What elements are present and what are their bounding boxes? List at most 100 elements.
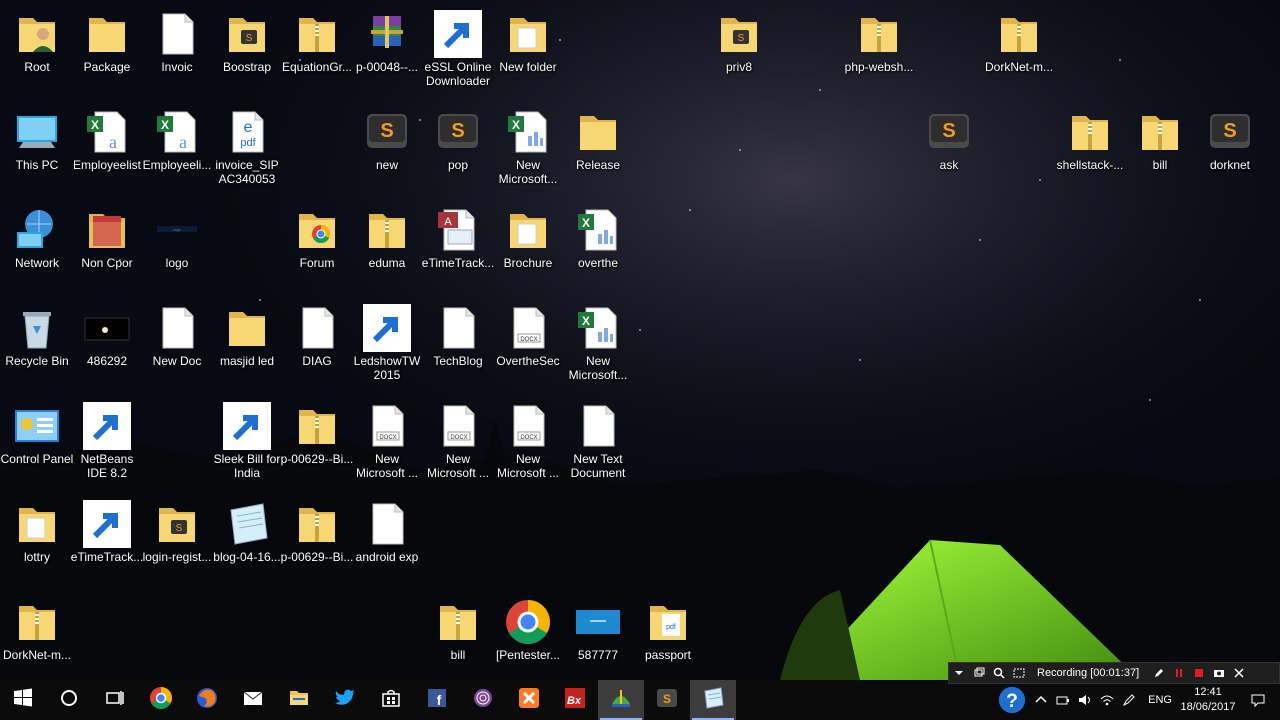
camera-icon[interactable] (1209, 663, 1229, 683)
desktop-icon-android-exp[interactable]: android exp (350, 496, 424, 588)
notes-taskbar[interactable] (690, 680, 736, 720)
store-taskbar[interactable] (368, 680, 414, 720)
desktop-icon-shellstack[interactable]: shellstack-... (1053, 104, 1127, 196)
desktop-icon-equationgr[interactable]: EquationGr... (280, 6, 354, 98)
desktop-icon-brochure[interactable]: Brochure (491, 202, 565, 294)
firefox-taskbar[interactable] (184, 680, 230, 720)
desktop-icon-pentester[interactable]: [Pentester... (491, 594, 565, 686)
desktop-icon-dorknet[interactable]: Sdorknet (1193, 104, 1267, 196)
desktop-icon-netbeans-ide-8-2[interactable]: NetBeans IDE 8.2 (70, 398, 144, 490)
start-button[interactable] (0, 680, 46, 720)
desktop-icon-p-00629-bi[interactable]: p-00629--Bi... (280, 496, 354, 588)
chevron-up-icon[interactable] (1030, 680, 1052, 720)
downloader-taskbar[interactable] (598, 680, 644, 720)
desktop-icon-masjid-led[interactable]: masjid led (210, 300, 284, 392)
notification-icon[interactable] (1236, 680, 1280, 720)
pause-icon[interactable] (1169, 663, 1189, 683)
desktop-icon-new-folder[interactable]: New folder (491, 6, 565, 98)
desktop-icon-logo[interactable]: logo logo (140, 202, 214, 294)
desktop-icon-overthe[interactable]: Xoverthe (561, 202, 635, 294)
desktop-icon-new-microsoft[interactable]: DOCX New Microsoft ... (491, 398, 565, 490)
pen-tray-icon[interactable] (1118, 680, 1140, 720)
desktop-icon-passport[interactable]: pdf passport (631, 594, 705, 686)
desktop-icon-new-microsoft[interactable]: DOCX New Microsoft ... (421, 398, 495, 490)
desktop-icon-forum[interactable]: Forum (280, 202, 354, 294)
collapse-icon[interactable] (949, 663, 969, 683)
facebook-taskbar[interactable]: f (414, 680, 460, 720)
desktop-icon-this-pc[interactable]: This PC (0, 104, 74, 196)
pen-icon[interactable] (1149, 663, 1169, 683)
desktop-icon-blog-04-16[interactable]: blog-04-16... (210, 496, 284, 588)
desktop-icon-employeelist[interactable]: Xa Employeelist (70, 104, 144, 196)
desktop-icon-php-websh[interactable]: php-websh... (842, 6, 916, 98)
desktop-icon-new-text-document[interactable]: New Text Document (561, 398, 635, 490)
desktop-icon-eduma[interactable]: eduma (350, 202, 424, 294)
desktop-icon-overthesec[interactable]: DOCX OvertheSec (491, 300, 565, 392)
svg-text:S: S (738, 33, 745, 44)
desktop-icon-employeeli[interactable]: Xa Employeeli... (140, 104, 214, 196)
desktop-icon-ask[interactable]: Sask (912, 104, 986, 196)
desktop-icon-new-microsoft[interactable]: X New Microsoft... (491, 104, 565, 196)
desktop-icon-boostrap[interactable]: S Boostrap (210, 6, 284, 98)
stop-icon[interactable] (1189, 663, 1209, 683)
desktop-icon-p-00048[interactable]: p-00048--... (350, 6, 424, 98)
twitter-taskbar[interactable] (322, 680, 368, 720)
desktop-icon-etimetrack[interactable]: AeTimeTrack... (421, 202, 495, 294)
desktop-icon-control-panel[interactable]: Control Panel (0, 398, 74, 490)
task-view-button[interactable] (92, 680, 138, 720)
language-indicator[interactable]: ENG (1140, 694, 1180, 706)
region-icon[interactable] (1009, 663, 1029, 683)
desktop-icon-label: masjid led (219, 354, 275, 368)
ledshow-taskbar[interactable]: Bx (552, 680, 598, 720)
wifi-icon[interactable] (1096, 680, 1118, 720)
power-icon[interactable] (1052, 680, 1074, 720)
desktop-icon-priv8[interactable]: Spriv8 (702, 6, 776, 98)
tor-taskbar[interactable] (460, 680, 506, 720)
desktop-icon-bill[interactable]: bill (1123, 104, 1197, 196)
desktop-icon-release[interactable]: Release (561, 104, 635, 196)
desktop-icon-dorknet-m[interactable]: DorkNet-m... (982, 6, 1056, 98)
desktop-icon-techblog[interactable]: TechBlog (421, 300, 495, 392)
desktop-icon-sleek-bill-for-india[interactable]: SSleek Bill for India (210, 398, 284, 490)
desktop-icon-new[interactable]: Snew (350, 104, 424, 196)
desktop-icon-label: TechBlog (433, 354, 483, 368)
desktop-icon-network[interactable]: Network (0, 202, 74, 294)
desktop-icon-new-microsoft[interactable]: DOCX New Microsoft ... (350, 398, 424, 490)
desktop-icon-ledshowtw-2015[interactable]: BxTWLedshowTW 2015 (350, 300, 424, 392)
desktop-icon-diag[interactable]: DIAG (280, 300, 354, 392)
desktop-icon-new-doc[interactable]: New Doc (140, 300, 214, 392)
folder-red-icon (83, 206, 131, 254)
desktop-icon-587777[interactable]: 587777 (561, 594, 635, 686)
desktop-icon-p-00629-bi[interactable]: p-00629--Bi... (280, 398, 354, 490)
desktop-icon-essl-online-downloader[interactable]: eSSL Online Downloader (421, 6, 495, 98)
desktop-icon-non-cpor[interactable]: Non Cpor (70, 202, 144, 294)
mail-taskbar[interactable] (230, 680, 276, 720)
desktop-icon-login-regist[interactable]: Slogin-regist... (140, 496, 214, 588)
volume-icon[interactable] (1074, 680, 1096, 720)
help-icon[interactable]: ? (994, 680, 1030, 720)
clock[interactable]: 12:41 18/06/2017 (1180, 685, 1236, 715)
desktop-icon-new-microsoft[interactable]: X New Microsoft... (561, 300, 635, 392)
desktop-icon-lottry[interactable]: lottry (0, 496, 74, 588)
desktop-icon-dorknet-m[interactable]: DorkNet-m... (0, 594, 74, 686)
sublime-taskbar[interactable]: S (644, 680, 690, 720)
desktop-icon-pop[interactable]: Spop (421, 104, 495, 196)
desktop-icon-486292[interactable]: 486292 (70, 300, 144, 392)
close-icon[interactable] (1229, 663, 1249, 683)
chrome-taskbar[interactable] (138, 680, 184, 720)
desktop-icon-bill[interactable]: bill (421, 594, 495, 686)
search-button[interactable] (46, 680, 92, 720)
excel-icon: X (574, 304, 622, 352)
zoom-icon[interactable] (989, 663, 1009, 683)
desktop-icon-invoic[interactable]: Invoic (140, 6, 214, 98)
folder-sublime-icon: S (153, 500, 201, 548)
desktop-icon-invoice-sip-ac340053[interactable]: e pdf invoice_SIP AC340053 (210, 104, 284, 196)
desktop-icon-package[interactable]: Package (70, 6, 144, 98)
desktop-icon-label: shellstack-... (1056, 158, 1124, 172)
desktop-icon-recycle-bin[interactable]: Recycle Bin (0, 300, 74, 392)
explorer-taskbar[interactable] (276, 680, 322, 720)
window-icon[interactable] (969, 663, 989, 683)
xampp-taskbar[interactable] (506, 680, 552, 720)
desktop-icon-root[interactable]: Root (0, 6, 74, 98)
desktop-icon-etimetrack[interactable]: eTimeTrack... (70, 496, 144, 588)
